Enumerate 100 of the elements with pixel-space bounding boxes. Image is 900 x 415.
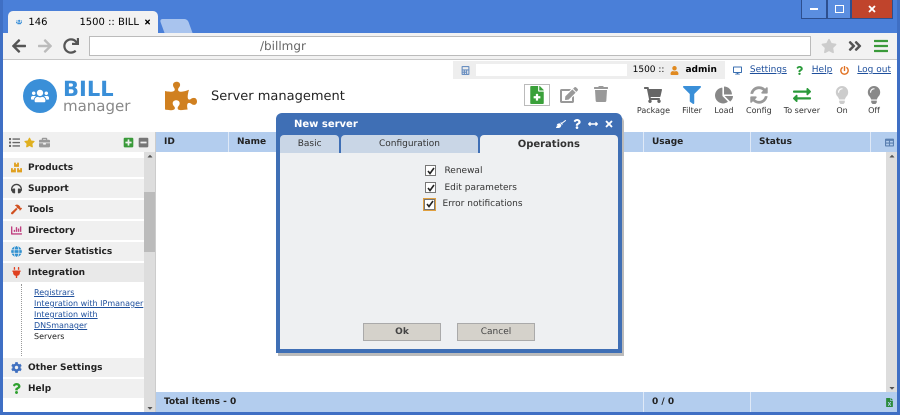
checkbox-label: Renewal [444,166,482,176]
more-icon[interactable] [847,38,863,54]
dialog-title: New server [294,118,358,130]
help-icon[interactable] [572,119,582,129]
sidebar-link[interactable]: Integration with DNSmanager [34,309,144,331]
page-title: Server management [211,88,345,104]
minimize-icon [810,8,818,10]
browser-tab[interactable]: 146 1500 :: BILL [8,11,158,33]
maximize-icon [834,5,844,13]
logo-icon [23,79,57,113]
dialog-button[interactable]: Cancel [457,323,535,341]
scroll-down-icon[interactable] [146,404,154,412]
add-file-icon [528,86,546,104]
header-link[interactable]: Log out [857,65,891,75]
edit-icon [560,86,578,104]
reload-icon[interactable] [63,38,79,54]
power-icon [840,66,850,74]
scroll-down-icon[interactable] [888,384,896,392]
plug-icon [11,267,22,278]
scroll-up-icon[interactable] [888,152,896,160]
toolbar-button[interactable]: Off [861,84,887,117]
calculator-icon [460,66,470,74]
sidebar-section[interactable]: Directory [3,221,144,240]
footer-usage: 0 / 0 [644,392,751,412]
globe-icon [11,246,22,257]
column-header[interactable]: Usage [644,132,751,152]
export-icon[interactable] [885,398,894,406]
expand-icon[interactable] [123,136,134,148]
boxes-icon [11,162,22,173]
gear-icon [11,362,22,373]
footer-total: Total items - 0 [156,392,644,412]
scroll-up-icon[interactable] [146,152,154,160]
resize-icon[interactable] [588,119,598,129]
toolbar-button[interactable]: Load [711,84,738,117]
logo-text: manager [63,98,130,114]
help-icon [794,66,804,74]
refresh-icon [750,86,768,104]
list-icon[interactable] [9,136,20,148]
checkbox-label: Error notifications [442,199,523,209]
arrows-icon [792,86,811,104]
sidebar-link[interactable]: Servers [34,331,144,342]
header-link[interactable]: Help [812,65,832,75]
sidebar-link[interactable]: Integration with IPmanager [34,298,144,309]
monitor-icon [732,66,742,74]
scrollbar[interactable] [144,152,155,412]
broom-icon[interactable] [556,119,566,129]
columns-icon[interactable] [885,138,894,146]
header-link[interactable]: Settings [750,65,787,75]
dialog-tab[interactable]: Configuration [341,135,478,153]
column-header[interactable]: ID [156,132,229,152]
toolbar-button[interactable]: On [829,84,855,117]
scroll-thumb[interactable] [144,192,155,252]
sidebar-section[interactable]: Products [3,158,144,177]
help-icon [11,383,22,394]
sidebar-link[interactable]: Registrars [34,287,144,298]
close-icon[interactable] [144,18,150,26]
lightbulb-icon [833,86,851,104]
dialog-button[interactable]: Ok [363,323,441,341]
toolbar-button[interactable]: Filter [679,84,706,117]
new-button[interactable] [524,84,550,106]
maximize-button[interactable] [827,0,851,19]
minimize-button[interactable] [801,0,827,19]
site-icon [16,17,22,27]
pie-chart-icon [715,86,734,104]
logo-text: BILL [63,78,115,98]
toolbar-button[interactable]: To server [780,84,823,117]
column-header[interactable]: Status [751,132,871,152]
sidebar-section[interactable]: Other Settings [3,358,144,377]
user-name: admin [685,65,717,75]
dialog-tab[interactable]: Operations [480,135,618,153]
trash-icon [592,86,609,102]
toolbar-button[interactable]: Config [743,84,775,117]
star-icon[interactable] [821,38,837,54]
tab-title: 1500 :: BILL [79,16,139,28]
star-icon[interactable] [24,136,35,148]
close-button[interactable] [851,0,893,19]
sidebar-section[interactable]: Server Statistics [3,242,144,261]
menu-icon[interactable] [873,38,889,54]
sidebar-section[interactable]: Support [3,179,144,198]
hammer-icon [11,204,22,215]
sidebar-section[interactable]: Tools [3,200,144,219]
lightbulb-icon [865,86,883,104]
cart-icon [644,86,662,104]
puzzle-icon [165,80,197,112]
dialog-tab[interactable]: Basic [280,135,340,153]
back-icon[interactable] [11,38,27,54]
account-label: 1500 :: [632,65,664,75]
toolbar-button[interactable]: Package [634,84,674,117]
sidebar-section[interactable]: Help [3,379,144,398]
headphones-icon [11,183,22,194]
collapse-icon[interactable] [138,136,149,148]
sidebar-section[interactable]: Integration [3,263,144,282]
close-icon [867,4,877,14]
checkbox-label: Edit parameters [444,182,517,192]
address-field[interactable]: /billmgr [89,36,811,56]
user-icon [670,66,680,74]
scrollbar[interactable] [886,152,897,392]
bar-chart-icon [11,225,22,236]
filter-icon [683,86,702,104]
tab-title: 146 [28,16,48,28]
